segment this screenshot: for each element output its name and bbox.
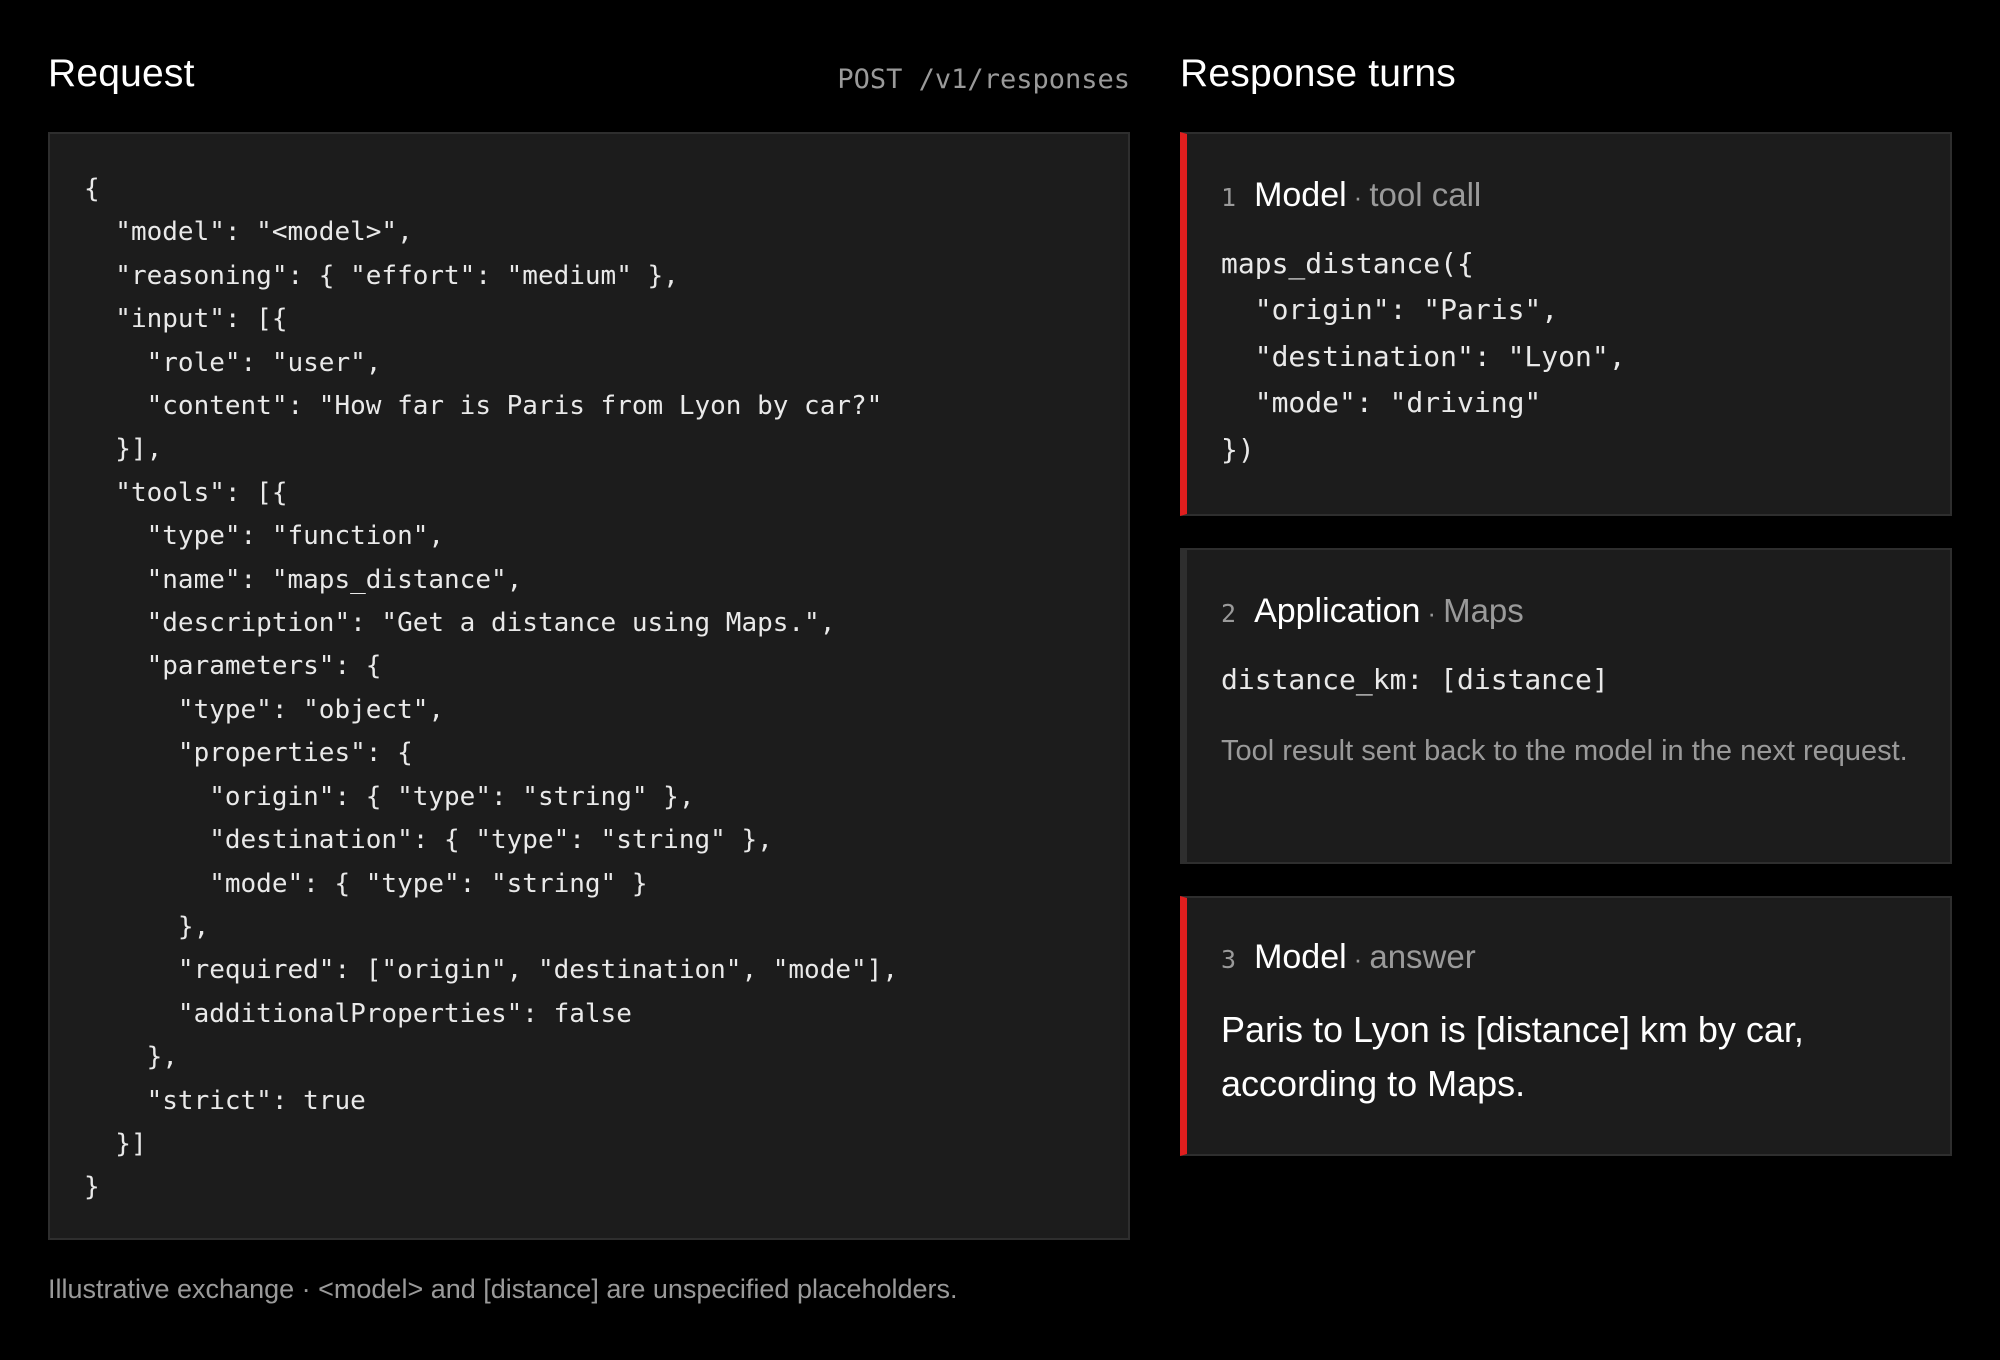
turn-card-2: 2 Application · Maps distance_km: [dista…: [1180, 548, 1952, 864]
request-body-panel: { "model": "<model>", "reasoning": { "ef…: [48, 132, 1130, 1240]
request-endpoint: POST /v1/responses: [837, 64, 1130, 95]
request-heading: Request: [48, 52, 195, 95]
turn-header: 3 Model · answer: [1221, 938, 1920, 977]
turn-card-3: 3 Model · answer Paris to Lyon is [dista…: [1180, 896, 1952, 1156]
tool-result-note: Tool result sent back to the model in th…: [1221, 735, 1908, 768]
turn-actor: Application: [1254, 592, 1421, 630]
model-answer: Paris to Lyon is [distance] km by car, a…: [1221, 1009, 1804, 1104]
turn-kind: answer: [1369, 938, 1476, 975]
turn-kind: tool call: [1369, 176, 1482, 213]
turn-separator: ·: [1427, 598, 1437, 628]
tool-call-code: maps_distance({ "origin": "Paris", "dest…: [1221, 247, 1626, 466]
turn-card-1: 1 Model · tool call maps_distance({ "ori…: [1180, 132, 1952, 516]
turn-actor: Model: [1254, 176, 1347, 214]
turn-number: 3: [1221, 945, 1237, 974]
footnote: Illustrative exchange · <model> and [dis…: [48, 1274, 958, 1304]
turn-separator: ·: [1353, 944, 1363, 974]
turn-header: 1 Model · tool call: [1221, 176, 1920, 215]
turn-actor: Model: [1254, 938, 1347, 976]
turn-header: 2 Application · Maps: [1221, 592, 1920, 631]
tool-result-code: distance_km: [distance]: [1221, 663, 1609, 696]
turn-kind: Maps: [1443, 592, 1524, 629]
turn-separator: ·: [1353, 182, 1363, 212]
turn-number: 1: [1221, 183, 1237, 212]
response-turns-heading: Response turns: [1180, 52, 1456, 95]
turn-number: 2: [1221, 599, 1237, 628]
request-body-code: { "model": "<model>", "reasoning": { "ef…: [84, 174, 898, 1203]
